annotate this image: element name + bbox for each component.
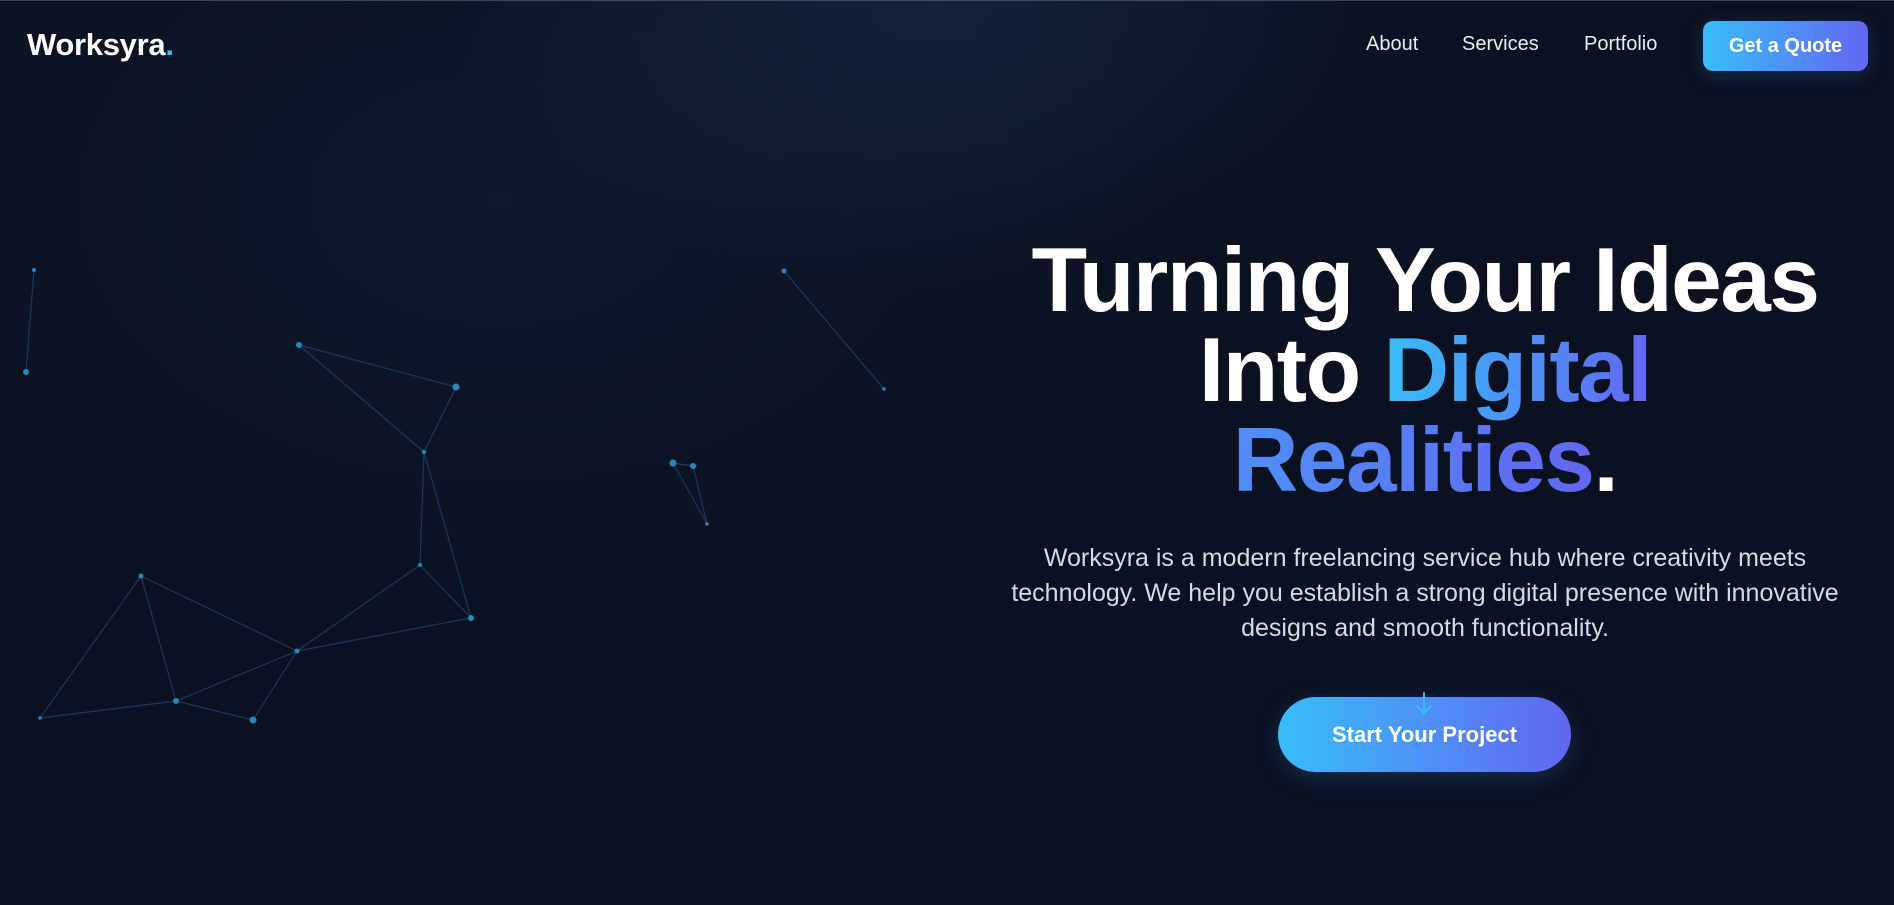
hero-title-realities: Realities [1232,410,1595,511]
hero-title-line1: Turning Your Ideas [1031,230,1820,331]
arrow-down-icon [1416,692,1432,714]
nav-link-about[interactable]: About [1366,33,1418,56]
hero-title-period: . [1593,410,1619,511]
brand-logo[interactable]: Worksyra. [27,27,174,63]
start-your-project-button[interactable]: Start Your Project [1278,692,1571,772]
nav-link-portfolio[interactable]: Portfolio [1584,33,1657,56]
site-header: Worksyra. About Services Portfolio Get a… [0,0,1894,92]
start-your-project-label: Start Your Project [1331,721,1517,747]
brand-logo-dot: . [165,27,174,62]
hero-title-digital: Digital [1383,320,1652,421]
hero-title-into: Into [1198,320,1361,421]
get-a-quote-button[interactable]: Get a Quote [1703,21,1868,71]
nav-link-services[interactable]: Services [1462,33,1539,56]
hero-title: Turning Your Ideas Into Digital Realitie… [990,235,1860,506]
brand-name: Worksyra [27,27,166,62]
hero-section: Turning Your Ideas Into Digital Realitie… [990,235,1860,772]
landing-page: Worksyra. About Services Portfolio Get a… [0,0,1894,905]
hero-description: Worksyra is a modern freelancing service… [1011,544,1839,642]
